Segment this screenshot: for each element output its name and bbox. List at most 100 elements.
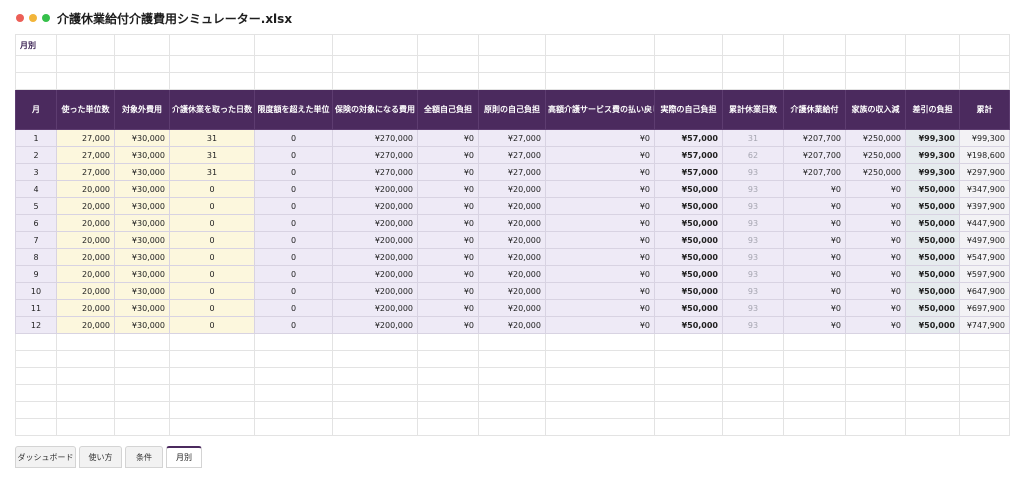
cell[interactable]: ¥0: [545, 146, 655, 164]
cell[interactable]: 93: [722, 316, 784, 334]
cell[interactable]: ¥747,900: [959, 316, 1010, 334]
cell[interactable]: 0: [169, 299, 255, 317]
cell[interactable]: 93: [722, 163, 784, 181]
cell[interactable]: [114, 367, 170, 385]
cell[interactable]: 62: [722, 146, 784, 164]
cell[interactable]: ¥0: [417, 129, 479, 147]
cell[interactable]: [783, 333, 846, 351]
cell[interactable]: ¥198,600: [959, 146, 1010, 164]
cell[interactable]: [654, 367, 723, 385]
cell[interactable]: [254, 384, 333, 402]
cell[interactable]: ¥99,300: [905, 129, 960, 147]
cell[interactable]: ¥0: [417, 282, 479, 300]
cell[interactable]: 0: [169, 180, 255, 198]
cell[interactable]: ¥20,000: [478, 180, 546, 198]
column-header[interactable]: 介護休業を取った日数: [169, 89, 255, 130]
column-header[interactable]: 差引の負担: [905, 89, 960, 130]
cell[interactable]: ¥0: [545, 129, 655, 147]
cell[interactable]: [332, 350, 418, 368]
cell[interactable]: ¥20,000: [478, 282, 546, 300]
cell[interactable]: [722, 367, 784, 385]
cell[interactable]: 20,000: [56, 197, 115, 215]
cell[interactable]: ¥0: [417, 163, 479, 181]
cell[interactable]: ¥0: [783, 231, 846, 249]
cell[interactable]: [905, 384, 960, 402]
cell[interactable]: 0: [169, 214, 255, 232]
column-header[interactable]: 原則の自己負担: [478, 89, 546, 130]
cell[interactable]: ¥50,000: [654, 282, 723, 300]
cell[interactable]: 31: [169, 146, 255, 164]
cell[interactable]: [114, 418, 170, 436]
cell[interactable]: [417, 350, 479, 368]
cell[interactable]: [56, 418, 115, 436]
cell[interactable]: ¥0: [417, 248, 479, 266]
cell[interactable]: ¥0: [783, 316, 846, 334]
cell[interactable]: 0: [169, 197, 255, 215]
cell[interactable]: 3: [15, 163, 57, 181]
cell[interactable]: 20,000: [56, 248, 115, 266]
cell[interactable]: [959, 350, 1010, 368]
sheet-tab[interactable]: 条件: [125, 446, 163, 468]
cell[interactable]: [169, 333, 255, 351]
cell[interactable]: [722, 333, 784, 351]
column-header[interactable]: 家族の収入減: [845, 89, 906, 130]
column-header[interactable]: 月: [15, 89, 57, 130]
cell[interactable]: ¥0: [845, 316, 906, 334]
cell[interactable]: ¥200,000: [332, 231, 418, 249]
cell[interactable]: ¥0: [417, 146, 479, 164]
cell[interactable]: ¥0: [545, 299, 655, 317]
cell[interactable]: 0: [254, 197, 333, 215]
cell[interactable]: [905, 350, 960, 368]
cell[interactable]: ¥50,000: [905, 180, 960, 198]
cell[interactable]: [654, 418, 723, 436]
cell[interactable]: ¥0: [845, 265, 906, 283]
cell[interactable]: [417, 384, 479, 402]
cell[interactable]: ¥50,000: [905, 197, 960, 215]
cell[interactable]: ¥50,000: [654, 214, 723, 232]
cell[interactable]: ¥0: [545, 316, 655, 334]
cell[interactable]: ¥20,000: [478, 299, 546, 317]
cell[interactable]: 93: [722, 299, 784, 317]
cell[interactable]: [905, 401, 960, 419]
cell[interactable]: [56, 367, 115, 385]
cell[interactable]: ¥50,000: [654, 197, 723, 215]
cell[interactable]: ¥30,000: [114, 248, 170, 266]
cell[interactable]: [417, 333, 479, 351]
cell[interactable]: 0: [254, 180, 333, 198]
cell[interactable]: [417, 401, 479, 419]
cell[interactable]: 0: [169, 265, 255, 283]
cell[interactable]: [845, 350, 906, 368]
cell[interactable]: [169, 367, 255, 385]
cell[interactable]: ¥447,900: [959, 214, 1010, 232]
cell[interactable]: [15, 350, 57, 368]
cell[interactable]: ¥50,000: [654, 316, 723, 334]
cell[interactable]: ¥50,000: [905, 316, 960, 334]
cell[interactable]: ¥200,000: [332, 248, 418, 266]
cell[interactable]: [15, 418, 57, 436]
cell[interactable]: [417, 418, 479, 436]
column-header[interactable]: 全額自己負担: [417, 89, 479, 130]
cell[interactable]: ¥0: [545, 197, 655, 215]
cell[interactable]: [722, 384, 784, 402]
cell[interactable]: ¥0: [845, 299, 906, 317]
cell[interactable]: [114, 350, 170, 368]
cell[interactable]: ¥0: [845, 248, 906, 266]
cell[interactable]: [959, 418, 1010, 436]
cell[interactable]: 0: [169, 231, 255, 249]
cell[interactable]: [56, 333, 115, 351]
cell[interactable]: ¥0: [545, 248, 655, 266]
cell[interactable]: [15, 333, 57, 351]
cell[interactable]: [114, 333, 170, 351]
cell[interactable]: ¥207,700: [783, 129, 846, 147]
cell[interactable]: ¥30,000: [114, 146, 170, 164]
cell[interactable]: [478, 367, 546, 385]
cell[interactable]: ¥50,000: [654, 265, 723, 283]
cell[interactable]: ¥0: [545, 282, 655, 300]
cell[interactable]: ¥200,000: [332, 282, 418, 300]
cell[interactable]: [478, 401, 546, 419]
cell[interactable]: ¥0: [783, 265, 846, 283]
cell[interactable]: ¥50,000: [905, 214, 960, 232]
cell[interactable]: [545, 401, 655, 419]
column-header[interactable]: 累計: [959, 89, 1010, 130]
cell[interactable]: ¥50,000: [905, 299, 960, 317]
